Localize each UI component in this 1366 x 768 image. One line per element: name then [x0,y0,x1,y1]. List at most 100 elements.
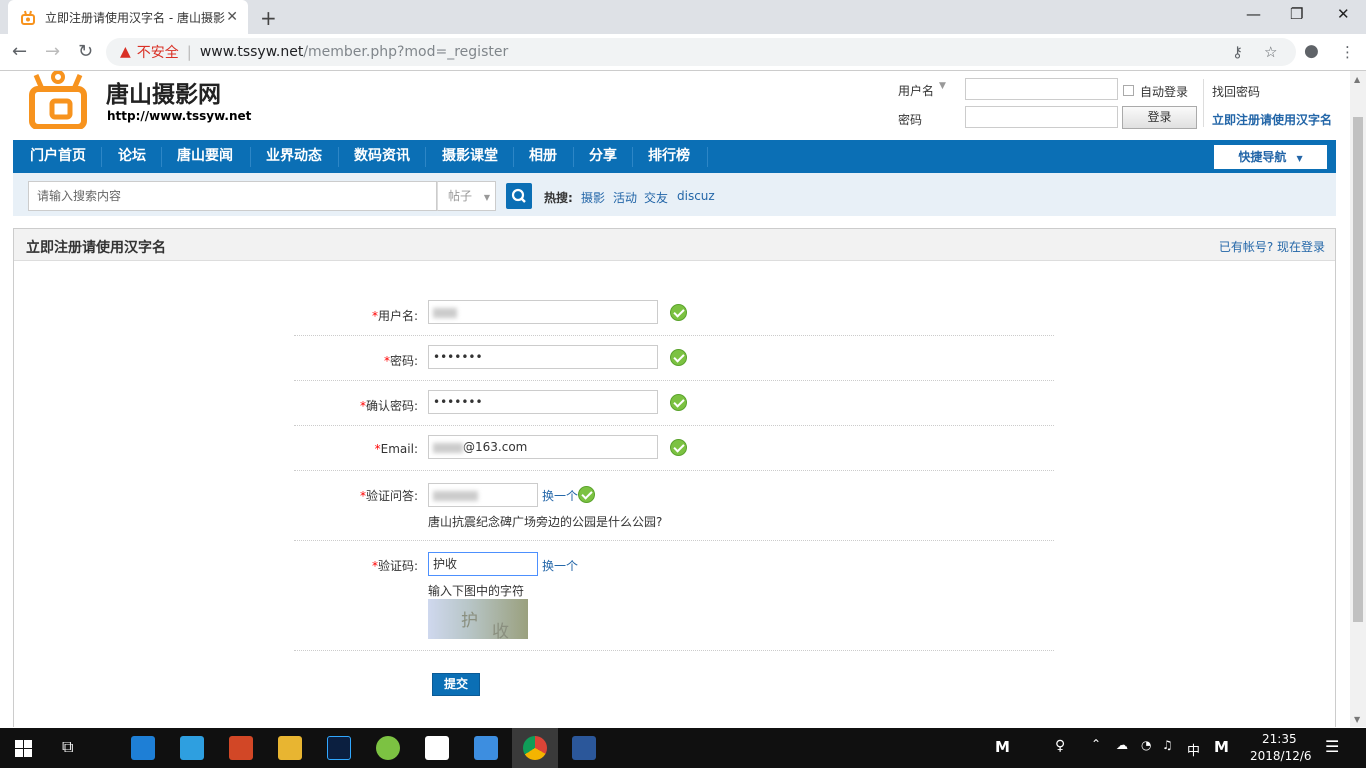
nav-divider [250,147,251,167]
search-input[interactable]: 请输入搜索内容 [28,181,437,211]
tab-title: 立即注册请使用汉字名 - 唐山摄影 [45,10,225,25]
nav-item-portal[interactable]: 门户首页 [30,140,86,173]
nav-item-ranking[interactable]: 排行榜 [648,140,690,173]
username-row: *用户名: [294,295,1054,336]
captcha-image[interactable]: 护 收 [428,599,528,642]
search-type-select[interactable]: 帖子 ▼ [437,181,496,211]
windows-start-icon[interactable] [15,740,32,757]
header-username-input[interactable] [965,78,1118,100]
question-label: *验证问答: [359,489,418,503]
nav-item-industry[interactable]: 业界动态 [266,140,322,173]
check-icon [670,349,687,366]
ime-icon[interactable]: M [1214,738,1229,756]
app-icon[interactable] [474,736,498,760]
find-password-link[interactable]: 找回密码 [1212,83,1260,100]
captcha-field[interactable]: 护收 [428,552,538,576]
change-question-link[interactable]: 换一个 [542,487,578,504]
search-type-value: 帖子 [448,189,473,203]
site-name: 唐山摄影网 [106,82,221,108]
header-password-input[interactable] [965,106,1118,128]
nav-item-album[interactable]: 相册 [529,140,557,173]
language-indicator[interactable]: 中 [1187,740,1200,759]
minimize-icon[interactable]: — [1246,5,1261,23]
hot-search-link[interactable]: 活动 [613,189,637,206]
hot-search-link[interactable]: 摄影 [581,189,605,206]
hot-search-label: 热搜: [544,191,573,205]
check-icon [578,486,595,503]
scroll-thumb[interactable] [1353,117,1363,622]
bookmark-star-icon[interactable]: ☆ [1264,43,1277,61]
auto-login-label[interactable]: 自动登录 [1140,83,1188,100]
site-logo[interactable] [28,71,90,129]
notification-icon[interactable]: ☰ [1325,737,1339,756]
volume-icon[interactable]: ♫ [1162,738,1173,752]
password-label: *密码: [383,354,418,368]
back-icon[interactable]: ← [12,41,27,62]
question-answer-field[interactable] [428,483,538,507]
submit-button[interactable]: 提交 [432,673,480,696]
change-captcha-link[interactable]: 换一个 [542,557,578,574]
people-icon[interactable]: ♀ [1055,738,1065,754]
nav-divider [161,147,162,167]
question-row: *验证问答: 换一个 唐山抗震纪念碑广场旁边的公园是什么公园? [294,471,1054,541]
check-icon [670,439,687,456]
store-icon[interactable] [180,736,204,760]
mail-icon[interactable] [425,736,449,760]
captcha-row: *验证码: 护收 换一个 输入下图中的字符 护 收 [294,541,1054,651]
password-field[interactable]: ••••••• [428,345,658,369]
hot-search-link[interactable]: 交友 [644,189,668,206]
register-link[interactable]: 立即注册请使用汉字名 [1212,111,1332,128]
address-bar[interactable]: ▲ 不安全 | www.tssyw.net /member.php?mod=_r… [106,38,1296,66]
login-now-link[interactable]: 已有帐号? 现在登录 [1219,238,1325,255]
login-button[interactable]: 登录 [1122,106,1197,129]
ime-mode-icon[interactable]: M [995,738,1010,756]
username-field[interactable] [428,300,658,324]
wifi-icon[interactable]: ◔ [1141,738,1151,752]
scroll-down-icon[interactable]: ▼ [1354,715,1360,724]
chrome-icon[interactable] [523,736,547,760]
clock-date[interactable]: 2018/12/6 [1250,749,1312,763]
quick-nav-button[interactable]: 快捷导航 ▼ [1214,145,1327,169]
new-tab-icon[interactable]: + [260,6,277,30]
word-icon[interactable] [572,736,596,760]
username-label: *用户名: [371,309,418,323]
email-field[interactable]: @163.com [428,435,658,459]
restore-icon[interactable]: ❐ [1290,5,1303,23]
scroll-up-icon[interactable]: ▲ [1354,75,1360,84]
clock-time[interactable]: 21:35 [1262,732,1297,746]
page-scrollbar[interactable]: ▲ ▼ [1350,71,1366,727]
forward-icon[interactable]: → [45,41,60,62]
nav-divider [513,147,514,167]
window-close-icon[interactable]: ✕ [1337,5,1350,23]
edge-icon[interactable] [131,736,155,760]
task-view-icon[interactable]: ⧉ [62,737,73,757]
close-tab-icon[interactable]: ✕ [226,9,238,25]
register-panel: 立即注册请使用汉字名 已有帐号? 现在登录 *用户名: *密码: •••••••… [13,228,1336,727]
username-dropdown-icon[interactable]: ▼ [939,81,946,91]
confirm-password-field[interactable]: ••••••• [428,390,658,414]
app-icon[interactable] [376,736,400,760]
auto-login-checkbox[interactable] [1123,85,1134,96]
key-icon[interactable]: ⚷ [1232,43,1243,61]
file-explorer-icon[interactable] [278,736,302,760]
header-username-label[interactable]: 用户名 [898,82,934,99]
nav-item-share[interactable]: 分享 [589,140,617,173]
search-button[interactable] [506,183,532,209]
browser-tab[interactable]: 立即注册请使用汉字名 - 唐山摄影 ✕ [8,0,248,34]
check-icon [670,394,687,411]
nav-item-digital[interactable]: 数码资讯 [354,140,410,173]
nav-item-classroom[interactable]: 摄影课堂 [442,140,498,173]
nav-item-forum[interactable]: 论坛 [118,140,146,173]
powerpoint-icon[interactable] [229,736,253,760]
password-row: *密码: ••••••• [294,336,1054,381]
reload-icon[interactable]: ↻ [78,41,93,62]
nav-item-news[interactable]: 唐山要闻 [177,140,233,173]
cloud-icon[interactable]: ☁ [1116,738,1128,752]
menu-icon[interactable]: ⋮ [1340,43,1355,61]
hot-search-link[interactable]: discuz [677,189,715,203]
panel-header: 立即注册请使用汉字名 已有帐号? 现在登录 [14,229,1335,261]
profile-icon[interactable]: ● [1304,41,1319,61]
chevron-up-icon[interactable]: ⌃ [1091,737,1101,751]
header-password-label: 密码 [898,113,923,127]
photoshop-icon[interactable] [327,736,351,760]
